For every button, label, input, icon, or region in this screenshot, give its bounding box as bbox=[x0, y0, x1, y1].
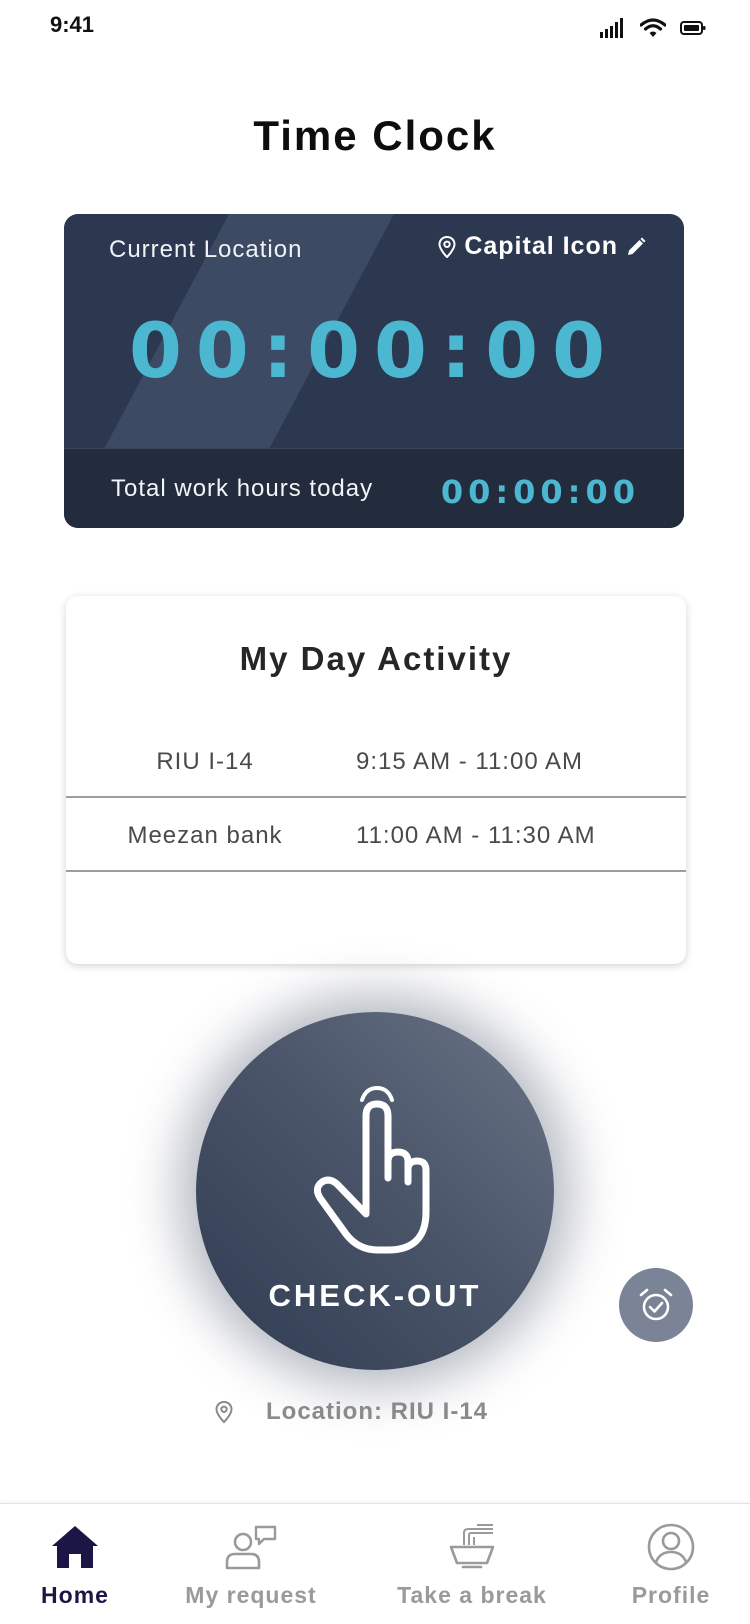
check-out-label: CHECK-OUT bbox=[268, 1278, 482, 1313]
page-title: Time Clock bbox=[253, 112, 497, 159]
nav-item-home[interactable]: Home bbox=[28, 1504, 122, 1624]
activity-time-range: 9:15 AM - 11:00 AM bbox=[356, 748, 584, 775]
request-icon bbox=[224, 1522, 278, 1572]
location-pin-icon bbox=[438, 235, 456, 258]
activity-card: My Day Activity RIU I-14 9:15 AM - 11:00… bbox=[66, 596, 686, 964]
location-value: Capital Icon bbox=[464, 232, 618, 260]
activity-place: RIU I-14 bbox=[156, 748, 254, 775]
cellular-signal-icon bbox=[600, 18, 623, 38]
current-location-label: Current Location bbox=[109, 236, 303, 263]
main-timer: 00:00:00 bbox=[128, 306, 620, 395]
nav-label: Profile bbox=[631, 1582, 711, 1608]
nav-label: Home bbox=[41, 1582, 109, 1608]
total-hours-label: Total work hours today bbox=[111, 475, 374, 502]
tap-hand-icon bbox=[313, 1085, 430, 1254]
timer-card-bottom: Total work hours today 00:00:00 bbox=[64, 448, 684, 528]
status-icons bbox=[600, 18, 706, 38]
noodle-bowl-icon bbox=[447, 1522, 497, 1572]
nav-item-my-request[interactable]: My request bbox=[176, 1504, 326, 1624]
checkin-location: Location: RIU I-14 bbox=[214, 1398, 488, 1426]
activity-row[interactable]: RIU I-14 9:15 AM - 11:00 AM bbox=[66, 724, 686, 798]
timer-card: Current Location Capital Icon 00:00:00 T… bbox=[64, 214, 684, 528]
activity-time-range: 11:00 AM - 11:30 AM bbox=[356, 822, 596, 849]
edit-pencil-icon[interactable] bbox=[626, 237, 646, 257]
nav-label: Take a break bbox=[397, 1582, 547, 1608]
status-time: 9:41 bbox=[50, 12, 95, 37]
total-hours-value: 00:00:00 bbox=[440, 473, 640, 511]
activity-row[interactable]: Meezan bank 11:00 AM - 11:30 AM bbox=[66, 798, 686, 872]
status-bar: 9:41 bbox=[0, 0, 750, 60]
alarm-fab-button[interactable] bbox=[619, 1268, 693, 1342]
check-out-button[interactable]: CHECK-OUT bbox=[196, 1012, 554, 1370]
activity-place: Meezan bank bbox=[127, 822, 283, 849]
battery-icon bbox=[680, 21, 706, 35]
alarm-check-icon bbox=[639, 1288, 673, 1321]
nav-label: My request bbox=[185, 1582, 317, 1608]
nav-item-take-a-break[interactable]: Take a break bbox=[392, 1504, 552, 1624]
wifi-icon bbox=[640, 18, 666, 37]
activity-title: My Day Activity bbox=[239, 640, 513, 677]
home-icon bbox=[50, 1522, 100, 1572]
location-selector[interactable]: Capital Icon bbox=[438, 232, 646, 261]
profile-icon bbox=[646, 1522, 696, 1572]
bottom-nav: Home My request Take a break Profile bbox=[0, 1503, 750, 1624]
timer-card-top: Current Location Capital Icon 00:00:00 bbox=[64, 214, 684, 448]
location-text: Location: RIU I-14 bbox=[266, 1398, 489, 1425]
location-pin-icon bbox=[215, 1400, 233, 1424]
nav-item-profile[interactable]: Profile bbox=[624, 1504, 718, 1624]
